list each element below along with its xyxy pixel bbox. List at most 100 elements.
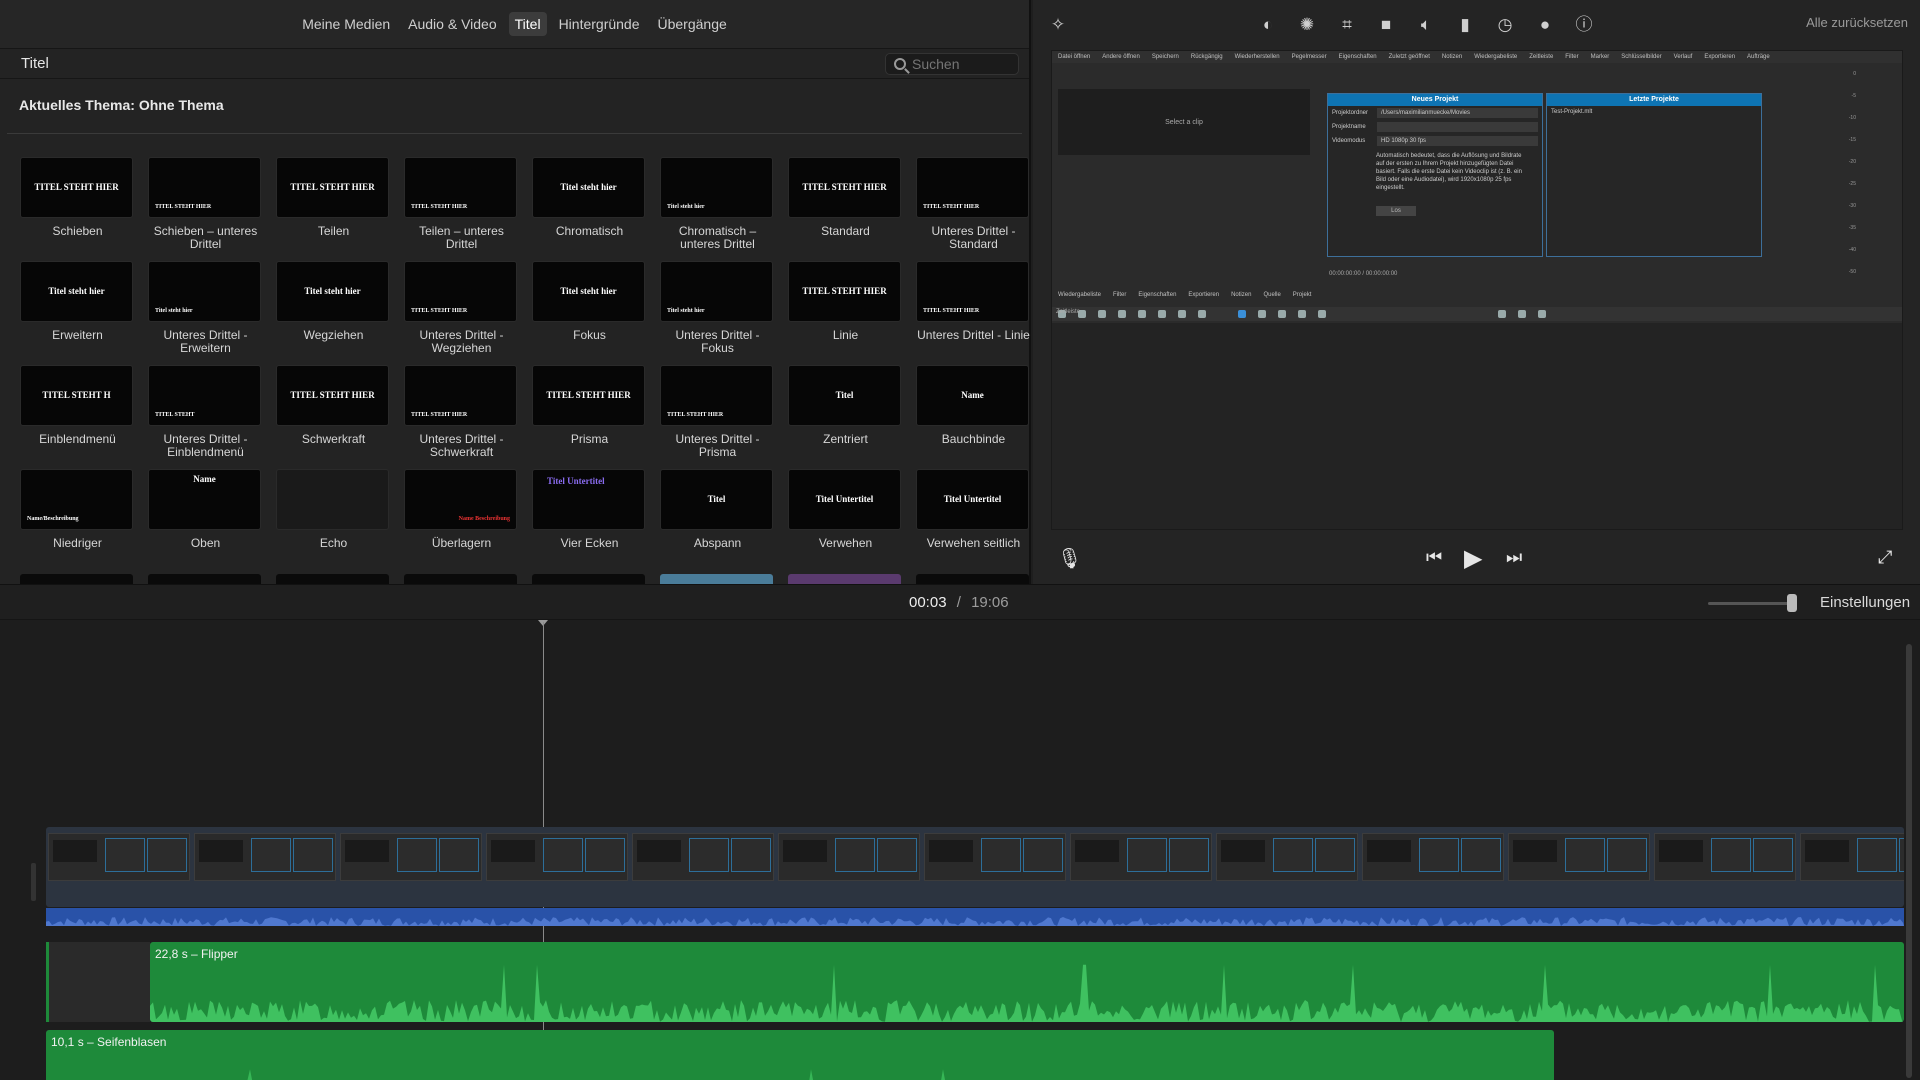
title-tile[interactable]: Titel steht hier Fokus [532, 261, 647, 342]
stabilization-icon[interactable]: ■ [1376, 15, 1396, 35]
clip-filter-icon[interactable]: ● [1535, 15, 1555, 35]
title-tile[interactable]: Titel steht hier Erweitern [20, 261, 135, 342]
video-clip-audio-waveform[interactable] [46, 908, 1904, 926]
title-thumbnail[interactable]: Titel steht hier [660, 261, 773, 322]
timeline-scrollbar[interactable] [1906, 644, 1912, 1078]
title-thumbnail[interactable] [20, 574, 133, 584]
title-tile[interactable]: Name/Beschreibung Niedriger [20, 469, 135, 550]
info-icon[interactable]: ⓘ [1574, 15, 1594, 35]
title-tile[interactable]: TITEL STEHT H Einblendmenü [20, 365, 135, 446]
title-tile[interactable]: TITEL STEHT HIER Schwerkraft [276, 365, 391, 446]
skip-back-icon[interactable]: ⏮︎ [1426, 547, 1442, 568]
title-tile[interactable]: Titel Zentriert [788, 365, 903, 446]
title-thumbnail[interactable]: TITEL STEHT HIER [916, 261, 1029, 322]
title-thumbnail[interactable] [148, 574, 261, 584]
title-thumbnail[interactable]: TITEL STEHT HIER [404, 157, 517, 218]
video-clip[interactable] [46, 827, 1904, 907]
title-tile[interactable]: TITEL STEHT HIER Schieben – unteres Dritt… [148, 157, 263, 251]
title-tile[interactable]: TITEL STEHT HIER Teilen – unteres Drittel [404, 157, 519, 251]
title-thumbnail[interactable]: Titel Untertitel [532, 469, 645, 530]
title-tile[interactable]: Name Oben [148, 469, 263, 550]
title-tile[interactable]: Name Beschreibung Überlagern [404, 469, 519, 550]
title-tile[interactable]: Titel steht hier Unteres Drittel - Erweit… [148, 261, 263, 355]
title-thumbnail[interactable]: TITEL STEHT HIER [276, 365, 389, 426]
timeline-left-handle[interactable] [31, 863, 36, 901]
title-thumbnail[interactable]: TITEL STEHT H [20, 365, 133, 426]
title-tile[interactable]: Echo [276, 469, 391, 550]
title-tile[interactable]: TITEL STEHT HIER Unteres Drittel - Standa… [916, 157, 1031, 251]
title-thumbnail[interactable]: TITEL STEHT [148, 365, 261, 426]
search-field[interactable] [885, 52, 1019, 75]
title-thumbnail[interactable] [532, 574, 645, 584]
title-tile[interactable]: TITEL STEHT HIER Standard [788, 157, 903, 238]
reset-all-button[interactable]: Alle zurücksetzen [1806, 15, 1908, 30]
title-thumbnail[interactable]: TITEL STEHT HIER [404, 261, 517, 322]
title-thumbnail[interactable]: TITEL STEHT HIER [532, 365, 645, 426]
title-tile[interactable]: Titel Untertitel Verwehen seitlich [916, 469, 1031, 550]
title-tile[interactable]: Titel steht hier Chromatisch [532, 157, 647, 238]
title-tile[interactable]: Titel Untertitel Vier Ecken [532, 469, 647, 550]
title-tile[interactable]: TITEL STEHT HIER Unteres Drittel - Prisma [660, 365, 775, 459]
voiceover-microphone-icon[interactable]: 🎙︎ [1057, 546, 1082, 571]
title-thumbnail[interactable]: Titel steht hier [532, 157, 645, 218]
tab-audio-video[interactable]: Audio & Video [402, 12, 502, 36]
tab-titles[interactable]: Titel [508, 12, 547, 36]
title-thumbnail[interactable] [276, 574, 389, 584]
title-tile[interactable]: Name Bauchbinde [916, 365, 1031, 446]
title-tile[interactable]: TITEL STEHT HIER Teilen [276, 157, 391, 238]
title-thumbnail[interactable]: Titel steht hier [276, 261, 389, 322]
title-tile[interactable]: TITEL STEHT HIER Linie [788, 261, 903, 342]
title-tile[interactable]: TITEL STEHT Unteres Drittel - Einblendmen… [148, 365, 263, 459]
title-thumbnail[interactable]: Titel Untertitel [916, 469, 1029, 530]
title-thumbnail[interactable]: Name Beschreibung [404, 469, 517, 530]
audio-clip-seifenblasen[interactable]: 10,1 s – Seifenblasen [46, 1030, 1554, 1080]
title-tile[interactable]: TITEL STEHT HIER Unteres Drittel - Schwer… [404, 365, 519, 459]
title-thumbnail[interactable]: TITEL STEHT HIER [20, 157, 133, 218]
title-tile[interactable]: Titel Untertitel Verwehen [788, 469, 903, 550]
title-thumbnail[interactable]: TITEL STEHT HIER [148, 157, 261, 218]
title-thumbnail[interactable] [276, 469, 389, 530]
tab-my-media[interactable]: Meine Medien [296, 12, 396, 36]
title-thumbnail[interactable]: TITEL STEHT HIER [660, 365, 773, 426]
title-thumbnail[interactable]: Name/Beschreibung [20, 469, 133, 530]
title-thumbnail[interactable]: TITEL STEHT HIER [276, 157, 389, 218]
speed-icon[interactable]: ◷ [1495, 15, 1515, 35]
timeline-zoom-slider[interactable] [1708, 602, 1792, 605]
title-tile[interactable]: Titel steht hier Unteres Drittel - Fokus [660, 261, 775, 355]
title-thumbnail[interactable]: TITEL STEHT HIER [404, 365, 517, 426]
magic-wand-icon[interactable]: ✧ [1048, 15, 1068, 35]
title-thumbnail[interactable] [788, 574, 901, 584]
title-thumbnail[interactable]: Titel [788, 365, 901, 426]
title-tile[interactable]: Titel steht hier Chromatisch – unteres Dr… [660, 157, 775, 251]
fullscreen-icon[interactable]: ⤢ [1878, 547, 1892, 568]
skip-forward-icon[interactable]: ⏭︎ [1506, 547, 1522, 568]
title-thumbnail[interactable]: TITEL STEHT HIER [788, 261, 901, 322]
title-tile[interactable]: TITEL STEHT HIER Prisma [532, 365, 647, 446]
title-tile[interactable]: TITEL STEHT HIER Schieben [20, 157, 135, 238]
tab-transitions[interactable]: Übergänge [652, 12, 733, 36]
title-thumbnail[interactable]: Titel [660, 469, 773, 530]
title-tile[interactable]: TITEL STEHT HIER Unteres Drittel - Wegzie… [404, 261, 519, 355]
search-input[interactable] [912, 55, 1012, 72]
title-thumbnail[interactable]: Name [916, 365, 1029, 426]
timeline-zoom-knob[interactable] [1787, 594, 1797, 612]
title-thumbnail[interactable]: Titel Untertitel [788, 469, 901, 530]
title-thumbnail[interactable] [404, 574, 517, 584]
tab-backgrounds[interactable]: Hintergründe [553, 12, 646, 36]
title-thumbnail[interactable] [660, 574, 773, 584]
audio-clip-flipper[interactable]: 22,8 s – Flipper [150, 942, 1904, 1022]
title-thumbnail[interactable] [916, 574, 1029, 584]
title-tile[interactable]: Titel Abspann [660, 469, 775, 550]
play-icon[interactable]: ▶ [1464, 544, 1482, 573]
video-preview[interactable]: Datei öffnen Andere öffnen Speichern Rückgä… [1051, 50, 1903, 530]
title-thumbnail[interactable]: Titel steht hier [660, 157, 773, 218]
equalizer-icon[interactable]: ▮ [1455, 15, 1475, 35]
title-thumbnail[interactable]: Titel steht hier [532, 261, 645, 322]
crop-icon[interactable]: ⌗ [1337, 15, 1357, 35]
title-thumbnail[interactable]: Name [148, 469, 261, 530]
title-tile[interactable]: TITEL STEHT HIER Unteres Drittel - Linie [916, 261, 1031, 342]
title-thumbnail[interactable]: TITEL STEHT HIER [788, 157, 901, 218]
title-thumbnail[interactable]: TITEL STEHT HIER [916, 157, 1029, 218]
color-correction-icon[interactable]: ✺ [1297, 15, 1317, 35]
title-thumbnail[interactable]: Titel steht hier [148, 261, 261, 322]
